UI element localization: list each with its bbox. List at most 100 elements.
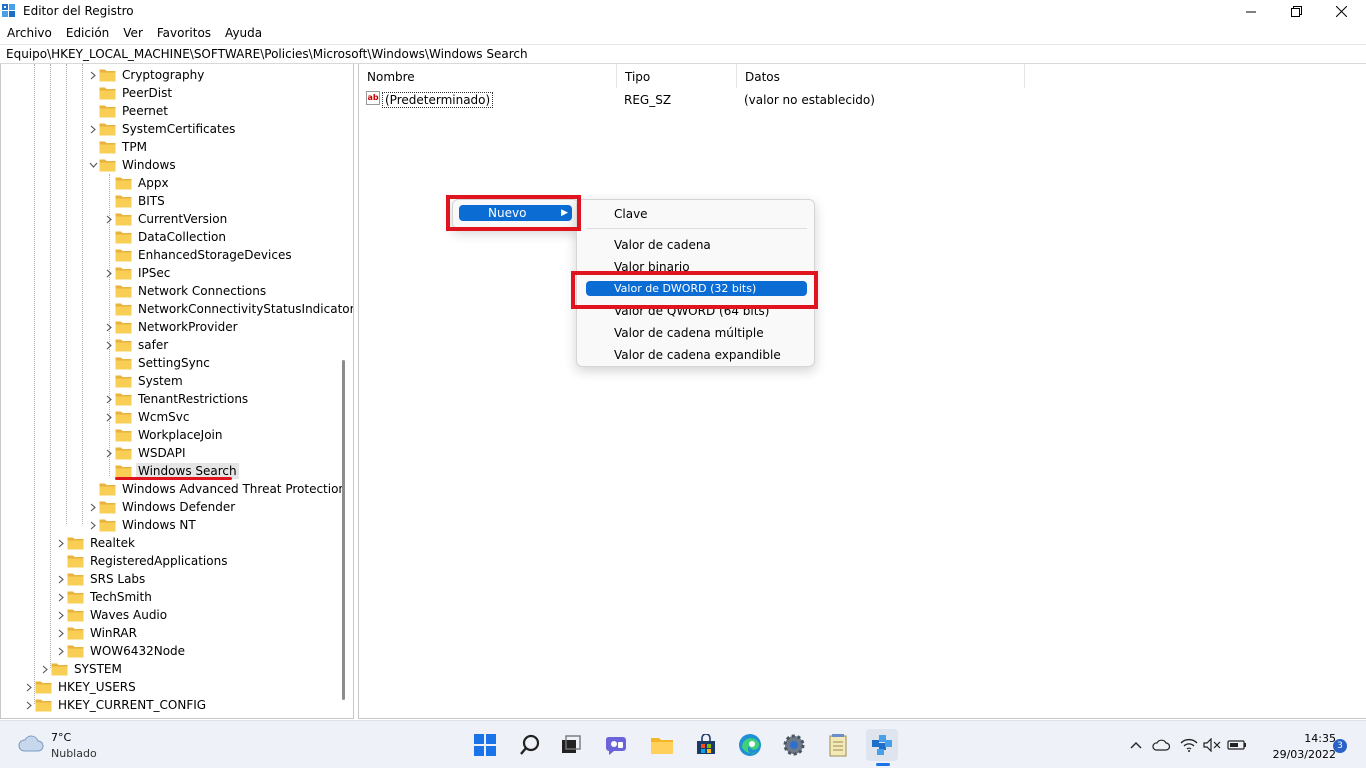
volume-muted-icon[interactable] [1201,729,1223,761]
submenu-valor-dword[interactable]: Valor de DWORD (32 bits) [586,281,807,296]
tree-item[interactable]: SYSTEM [39,660,124,678]
chevron-right-icon[interactable] [87,120,99,138]
tree-item[interactable]: Windows NT [87,516,198,534]
registry-editor-taskbar-icon[interactable] [866,729,898,761]
column-header-type[interactable]: Tipo [617,64,737,88]
chevron-right-icon[interactable] [23,696,35,714]
tree-item[interactable]: Cryptography [87,66,206,84]
tree-item[interactable]: WinRAR [55,624,139,642]
menu-favoritos[interactable]: Favoritos [150,23,218,43]
menu-ver[interactable]: Ver [116,23,150,43]
tree-item[interactable]: HKEY_CURRENT_CONFIG [23,696,208,714]
notification-badge[interactable]: 3 [1333,739,1347,753]
chevron-right-icon[interactable] [103,318,115,336]
chevron-down-icon[interactable] [87,156,99,174]
clock-date[interactable]: 29/03/2022 [1262,748,1336,761]
values-list[interactable]: Nombre Tipo Datos ab (Predeterminado) RE… [358,64,1366,719]
tree-item[interactable]: Windows [87,156,178,174]
tree-item[interactable]: Appx [103,174,171,192]
tree-item[interactable]: SettingSync [103,354,212,372]
minimize-button[interactable] [1228,0,1274,23]
menu-archivo[interactable]: Archivo [0,23,59,43]
chevron-right-icon[interactable] [55,570,67,588]
weather-widget[interactable] [10,721,110,768]
cloud-icon[interactable] [1150,729,1172,761]
clock-time[interactable]: 14:35 [1296,732,1336,745]
tree-item[interactable]: WOW6432Node [55,642,187,660]
tree-item[interactable]: DataCollection [103,228,228,246]
close-button[interactable] [1318,0,1364,23]
submenu-valor-cadena-expandible[interactable]: Valor de cadena expandible [614,348,781,362]
tree-item[interactable]: TechSmith [55,588,154,606]
task-view-icon[interactable] [555,729,587,761]
tree-item[interactable]: IPSec [103,264,172,282]
tree-item[interactable]: System [103,372,185,390]
tree-guide-line [34,64,35,704]
chevron-right-icon[interactable] [103,408,115,426]
chevron-right-icon[interactable] [103,210,115,228]
tree-item[interactable]: CurrentVersion [103,210,229,228]
submenu-valor-binario[interactable]: Valor binario [614,260,690,274]
chevron-right-icon[interactable] [55,534,67,552]
address-bar[interactable]: Equipo\HKEY_LOCAL_MACHINE\SOFTWARE\Polic… [0,44,1366,64]
restore-button[interactable] [1273,0,1319,23]
chevron-right-icon[interactable] [55,606,67,624]
tree-item[interactable]: TenantRestrictions [103,390,250,408]
tree-item[interactable]: SystemCertificates [87,120,237,138]
column-header-data[interactable]: Datos [737,64,1025,88]
tree-item[interactable]: Windows Advanced Threat Protection [87,480,348,498]
chevron-right-icon[interactable] [39,660,51,678]
chevron-right-icon[interactable] [103,264,115,282]
submenu-valor-cadena-multiple[interactable]: Valor de cadena múltiple [614,326,764,340]
search-icon[interactable] [514,729,546,761]
chevron-right-icon[interactable] [55,588,67,606]
tree-item[interactable]: NetworkConnectivityStatusIndicator [103,300,353,318]
notepad-icon[interactable] [822,729,854,761]
tree-item[interactable]: NetworkProvider [103,318,240,336]
tree-item[interactable]: Realtek [55,534,137,552]
tree-item[interactable]: WorkplaceJoin [103,426,225,444]
tree-item[interactable]: Network Connections [103,282,268,300]
value-row[interactable]: ab (Predeterminado) REG_SZ (valor no est… [359,90,1019,108]
tree-item[interactable]: safer [103,336,170,354]
tree-scrollbar[interactable] [342,360,345,700]
chevron-right-icon[interactable] [103,444,115,462]
menu-edicion[interactable]: Edición [59,23,116,43]
chevron-right-icon[interactable] [87,516,99,534]
tree-item[interactable]: WcmSvc [103,408,191,426]
context-menu-nuevo[interactable]: Nuevo ▶ [459,205,572,221]
tree-item[interactable]: BITS [103,192,167,210]
tree-item[interactable]: RegisteredApplications [55,552,229,570]
settings-icon[interactable] [778,729,810,761]
chevron-right-icon[interactable] [55,642,67,660]
column-header-name[interactable]: Nombre [359,64,617,88]
menu-ayuda[interactable]: Ayuda [218,23,269,43]
microsoft-store-icon[interactable] [690,729,722,761]
tree-item[interactable]: Waves Audio [55,606,169,624]
tree-item[interactable]: HKEY_USERS [23,678,138,696]
chevron-right-icon[interactable] [87,498,99,516]
tree-item[interactable]: EnhancedStorageDevices [103,246,294,264]
windows-start-icon[interactable] [469,729,501,761]
submenu-valor-qword[interactable]: Valor de QWORD (64 bits) [614,304,769,318]
registry-tree[interactable]: Cryptography PeerDist Peernet SystemCertifi… [0,64,354,719]
chevron-right-icon[interactable] [103,390,115,408]
tree-item[interactable]: PeerDist [87,84,174,102]
tree-item[interactable]: Peernet [87,102,170,120]
submenu-clave[interactable]: Clave [614,207,648,221]
teams-chat-icon[interactable] [601,729,633,761]
tree-item[interactable]: WSDAPI [103,444,188,462]
battery-icon[interactable] [1225,729,1249,761]
tree-item[interactable]: SRS Labs [55,570,147,588]
chevron-right-icon[interactable] [55,624,67,642]
edge-icon[interactable] [734,729,766,761]
chevron-right-icon[interactable] [103,336,115,354]
submenu-valor-cadena[interactable]: Valor de cadena [614,238,711,252]
chevron-up-icon[interactable] [1126,729,1146,761]
tree-item[interactable]: TPM [87,138,149,156]
chevron-right-icon[interactable] [87,66,99,84]
chevron-right-icon[interactable] [23,678,35,696]
tree-item[interactable]: Windows Defender [87,498,237,516]
file-explorer-icon[interactable] [646,729,678,761]
wifi-icon[interactable] [1178,729,1200,761]
